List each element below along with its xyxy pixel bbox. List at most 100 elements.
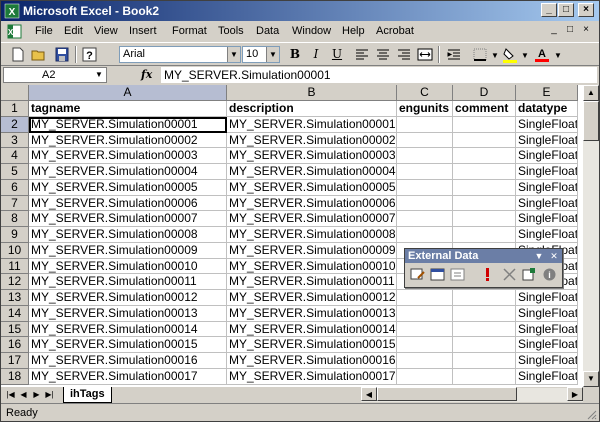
row-header[interactable]: 8 — [1, 211, 29, 227]
table-cell[interactable]: MY_SERVER.Simulation00012 — [29, 290, 227, 306]
help-icon[interactable]: ? — [81, 46, 99, 63]
column-title-cell[interactable]: engunits — [397, 101, 453, 117]
table-cell[interactable]: SingleFloat — [516, 148, 578, 164]
table-cell[interactable]: MY_SERVER.Simulation00013 — [227, 305, 397, 322]
table-cell[interactable]: MY_SERVER.Simulation00014 — [227, 321, 397, 338]
table-cell[interactable] — [397, 195, 453, 212]
workbook-icon[interactable]: X — [7, 24, 23, 39]
row-header[interactable]: 13 — [1, 290, 29, 306]
table-cell[interactable]: MY_SERVER.Simulation00004 — [227, 164, 397, 180]
data-range-properties-icon[interactable] — [429, 266, 446, 283]
row-header[interactable]: 5 — [1, 164, 29, 180]
maximize-button[interactable]: □ — [558, 3, 574, 17]
table-cell[interactable] — [453, 337, 516, 353]
row-header[interactable]: 18 — [1, 368, 29, 385]
row-header[interactable]: 10 — [1, 242, 29, 259]
menu-insert[interactable]: Insert — [129, 25, 157, 37]
toolbar-options-icon[interactable]: ▼ — [533, 250, 545, 262]
row-header[interactable]: 1 — [1, 101, 29, 117]
scroll-right-button[interactable]: ▶ — [567, 387, 583, 401]
table-cell[interactable] — [453, 211, 516, 227]
row-header[interactable]: 16 — [1, 337, 29, 353]
menu-format[interactable]: Format — [172, 25, 207, 37]
increase-indent-icon[interactable] — [445, 46, 463, 63]
cancel-refresh-icon[interactable] — [501, 266, 518, 283]
external-data-toolbar[interactable]: External Data ▼ ✕ i — [404, 248, 563, 288]
table-cell[interactable]: MY_SERVER.Simulation00015 — [29, 337, 227, 353]
table-cell[interactable]: MY_SERVER.Simulation00003 — [227, 148, 397, 164]
align-center-icon[interactable] — [374, 46, 392, 63]
table-cell[interactable] — [397, 164, 453, 180]
table-cell[interactable]: SingleFloat — [516, 337, 578, 353]
refresh-data-icon[interactable] — [479, 266, 496, 283]
table-cell[interactable]: MY_SERVER.Simulation00011 — [29, 274, 227, 290]
table-cell[interactable]: MY_SERVER.Simulation00001 — [227, 116, 397, 133]
table-cell[interactable] — [453, 227, 516, 243]
row-header[interactable]: 14 — [1, 305, 29, 322]
table-cell[interactable] — [453, 305, 516, 322]
table-cell[interactable]: MY_SERVER.Simulation00004 — [29, 164, 227, 180]
table-cell[interactable]: MY_SERVER.Simulation00016 — [227, 353, 397, 369]
refresh-all-icon[interactable] — [521, 266, 538, 283]
table-cell[interactable] — [397, 227, 453, 243]
prev-sheet-icon[interactable]: ◀ — [18, 389, 29, 401]
row-header[interactable]: 2 — [1, 116, 29, 133]
font-color-icon[interactable]: A — [533, 46, 551, 63]
column-title-cell[interactable]: description — [227, 101, 397, 117]
table-cell[interactable]: SingleFloat — [516, 227, 578, 243]
table-cell[interactable] — [453, 290, 516, 306]
table-cell[interactable]: MY_SERVER.Simulation00002 — [29, 132, 227, 149]
scroll-up-button[interactable]: ▲ — [583, 85, 599, 101]
italic-icon[interactable]: I — [307, 46, 325, 63]
menu-window[interactable]: Window — [292, 25, 331, 37]
next-sheet-icon[interactable]: ▶ — [31, 389, 42, 401]
table-cell[interactable] — [453, 321, 516, 338]
last-sheet-icon[interactable]: ▶| — [44, 389, 55, 401]
row-header[interactable]: 11 — [1, 258, 29, 275]
row-header[interactable]: 7 — [1, 195, 29, 212]
chevron-down-icon[interactable]: ▼ — [521, 51, 529, 60]
menu-acrobat[interactable]: Acrobat — [376, 25, 414, 37]
table-cell[interactable] — [453, 368, 516, 385]
column-header-d[interactable]: D — [453, 85, 516, 101]
table-cell[interactable]: SingleFloat — [516, 305, 578, 322]
table-cell[interactable] — [397, 290, 453, 306]
row-header[interactable]: 6 — [1, 179, 29, 196]
sheet-tab-ihtags[interactable]: ihTags — [63, 387, 112, 403]
table-cell[interactable]: MY_SERVER.Simulation00009 — [29, 242, 227, 259]
table-cell[interactable] — [397, 305, 453, 322]
table-cell[interactable] — [397, 132, 453, 149]
table-cell[interactable]: MY_SERVER.Simulation00009 — [227, 242, 397, 259]
scroll-down-button[interactable]: ▼ — [583, 371, 599, 387]
table-cell[interactable] — [397, 368, 453, 385]
resize-grip-icon[interactable] — [585, 408, 597, 420]
table-cell[interactable]: MY_SERVER.Simulation00008 — [227, 227, 397, 243]
table-cell[interactable]: MY_SERVER.Simulation00017 — [29, 368, 227, 385]
table-cell[interactable]: MY_SERVER.Simulation00007 — [29, 211, 227, 227]
align-right-icon[interactable] — [395, 46, 413, 63]
query-parameters-icon[interactable] — [449, 266, 466, 283]
scroll-thumb[interactable] — [583, 101, 599, 141]
table-cell[interactable]: MY_SERVER.Simulation00008 — [29, 227, 227, 243]
select-all-corner[interactable] — [1, 85, 29, 101]
menu-edit[interactable]: Edit — [64, 25, 83, 37]
fill-color-icon[interactable] — [501, 46, 519, 63]
bold-icon[interactable]: B — [286, 46, 304, 63]
table-cell[interactable]: MY_SERVER.Simulation00010 — [29, 258, 227, 275]
table-cell[interactable]: MY_SERVER.Simulation00016 — [29, 353, 227, 369]
table-cell[interactable]: MY_SERVER.Simulation00010 — [227, 258, 397, 275]
menu-view[interactable]: View — [94, 25, 118, 37]
spreadsheet-grid[interactable]: A B C D E 1 tagname description engunits comment d… — [1, 85, 599, 387]
chevron-down-icon[interactable]: ▼ — [227, 47, 240, 62]
doc-minimize-button[interactable]: _ — [547, 23, 561, 37]
formula-input[interactable]: MY_SERVER.Simulation00001 — [161, 67, 597, 83]
column-header-e[interactable]: E — [516, 85, 578, 101]
table-cell[interactable]: MY_SERVER.Simulation00005 — [29, 179, 227, 196]
table-cell[interactable]: MY_SERVER.Simulation00007 — [227, 211, 397, 227]
table-cell[interactable]: SingleFloat — [516, 195, 578, 212]
minimize-button[interactable]: _ — [541, 3, 557, 17]
table-cell[interactable]: MY_SERVER.Simulation00014 — [29, 321, 227, 338]
font-name-select[interactable]: Arial ▼ — [119, 46, 241, 63]
font-size-select[interactable]: 10 ▼ — [242, 46, 280, 63]
table-cell[interactable]: MY_SERVER.Simulation00012 — [227, 290, 397, 306]
